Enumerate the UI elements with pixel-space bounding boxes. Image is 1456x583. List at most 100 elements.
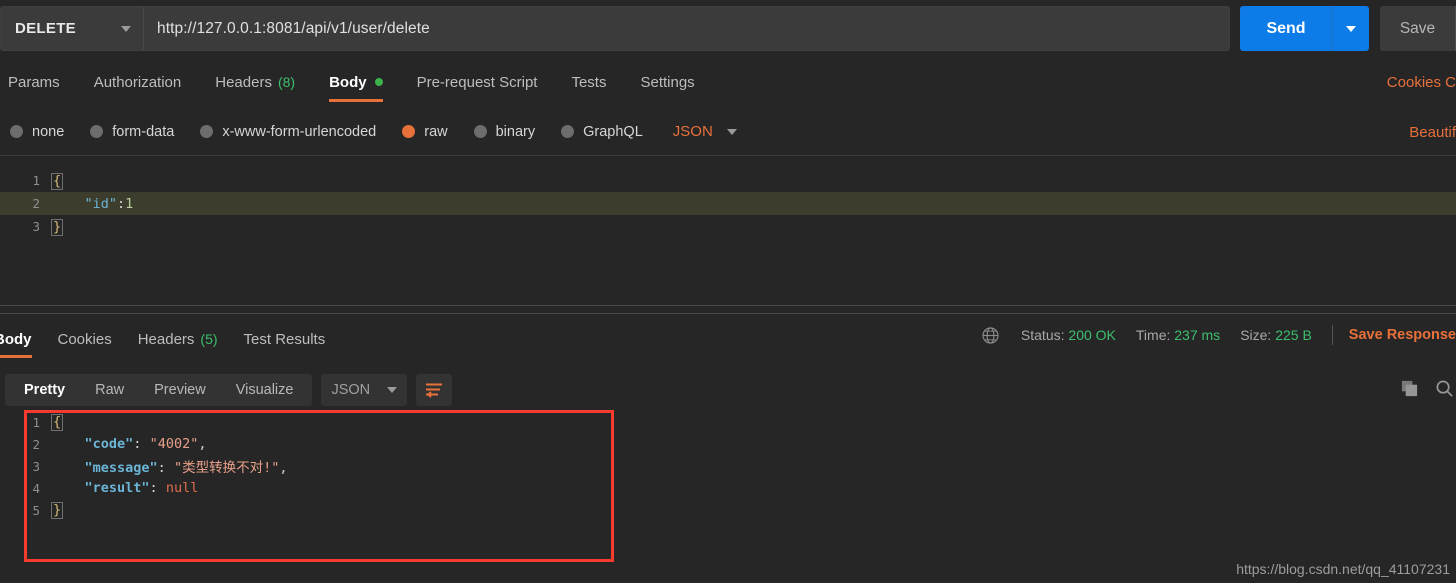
time-label: Time: xyxy=(1135,327,1171,343)
response-line: 3 "message": "类型转换不对!", xyxy=(0,455,1456,477)
url-input-group: DELETE http://127.0.0.1:8081/api/v1/user… xyxy=(0,6,1230,51)
code-content: { xyxy=(50,172,64,190)
tab-label: Params xyxy=(8,73,60,91)
code-line: 2 "id":1 xyxy=(0,192,1456,215)
response-format-select[interactable]: JSON xyxy=(321,374,408,406)
tab-authorization[interactable]: Authorization xyxy=(94,62,182,102)
panel-divider[interactable] xyxy=(0,313,1456,314)
http-method-select[interactable]: DELETE xyxy=(1,7,144,50)
url-input[interactable]: http://127.0.0.1:8081/api/v1/user/delete xyxy=(144,7,1229,50)
raw-format-select[interactable]: JSON xyxy=(673,123,737,140)
radio-label: GraphQL xyxy=(583,123,643,140)
time-value: 237 ms xyxy=(1174,327,1221,343)
radio-label: none xyxy=(32,123,65,140)
radio-icon xyxy=(90,125,104,138)
raw-format-label: JSON xyxy=(672,123,713,140)
line-number: 2 xyxy=(32,196,40,211)
send-button-group: Send xyxy=(1240,6,1369,51)
tab-params[interactable]: Params xyxy=(8,62,60,102)
panel-divider[interactable] xyxy=(0,305,1456,306)
request-body-editor[interactable]: 1 { 2 "id":1 3 } xyxy=(0,169,1456,300)
radio-icon xyxy=(473,125,487,138)
tab-tests[interactable]: Tests xyxy=(571,62,606,102)
watermark-text: https://blog.csdn.net/qq_41107231 xyxy=(1236,561,1450,577)
line-number: 5 xyxy=(32,502,40,518)
body-type-none[interactable]: none xyxy=(10,124,64,140)
status-meta: Status: 200 OK xyxy=(1021,327,1116,343)
tab-label: Headers xyxy=(137,330,195,348)
radio-label: form-data xyxy=(112,123,175,140)
radio-label: binary xyxy=(495,123,536,140)
response-tab-body[interactable]: Body xyxy=(0,320,32,358)
line-content: { xyxy=(50,414,64,431)
view-mode-preview[interactable]: Preview xyxy=(139,374,221,406)
radio-icon-selected xyxy=(402,125,416,138)
globe-icon xyxy=(982,326,999,344)
radio-label: x-www-form-urlencoded xyxy=(222,123,377,140)
request-tabs: Params Authorization Headers (8) Body Pr… xyxy=(0,62,1456,104)
save-button-group: Save xyxy=(1380,6,1456,51)
save-response-button[interactable]: Save Response xyxy=(1349,327,1456,343)
radio-icon xyxy=(561,125,575,138)
postman-window: DELETE http://127.0.0.1:8081/api/v1/user… xyxy=(0,0,1456,583)
view-mode-group: Pretty Raw Preview Visualize xyxy=(5,374,313,406)
beautify-link[interactable]: Beautif xyxy=(1409,124,1456,141)
body-type-raw[interactable]: raw xyxy=(402,123,448,140)
wrap-text-icon xyxy=(426,383,443,398)
view-mode-pretty[interactable]: Pretty xyxy=(9,374,80,406)
tab-body[interactable]: Body xyxy=(329,62,383,102)
line-content: } xyxy=(50,502,64,519)
code-line: 1 { xyxy=(0,169,1456,192)
response-meta-bar: Status: 200 OK Time: 237 ms Size: 225 B … xyxy=(981,325,1456,345)
send-options-button[interactable] xyxy=(1332,6,1369,51)
line-number: 3 xyxy=(32,458,40,474)
line-number: 1 xyxy=(32,173,40,188)
url-text: http://127.0.0.1:8081/api/v1/user/delete xyxy=(157,19,430,37)
copy-button[interactable] xyxy=(1400,379,1419,403)
response-tab-test-results[interactable]: Test Results xyxy=(244,320,326,358)
code-content: "id":1 xyxy=(84,195,134,212)
response-tab-headers[interactable]: Headers (5) xyxy=(138,320,218,358)
body-type-binary[interactable]: binary xyxy=(473,123,536,140)
tab-settings[interactable]: Settings xyxy=(640,62,694,102)
body-present-dot-icon xyxy=(374,78,383,86)
radio-icon xyxy=(10,125,23,138)
copy-icon xyxy=(1401,380,1418,397)
send-button[interactable]: Send xyxy=(1240,6,1332,51)
status-label: Status: xyxy=(1020,327,1065,343)
body-type-form-data[interactable]: form-data xyxy=(90,124,174,140)
radio-icon xyxy=(200,125,214,138)
line-number: 4 xyxy=(32,480,40,496)
tab-label: Cookies xyxy=(57,330,112,348)
save-button[interactable]: Save xyxy=(1380,6,1455,51)
response-tab-cookies[interactable]: Cookies xyxy=(58,320,112,358)
tab-count: (8) xyxy=(277,74,296,90)
response-view-toolbar: Pretty Raw Preview Visualize JSON xyxy=(0,369,1456,411)
response-body-viewer[interactable]: 1 { 2 "code": "4002", 3 "message": "类型转换… xyxy=(0,411,1456,583)
search-button[interactable] xyxy=(1435,379,1454,403)
line-number: 3 xyxy=(32,219,40,234)
radio-label: raw xyxy=(424,123,448,140)
url-bar: DELETE http://127.0.0.1:8081/api/v1/user… xyxy=(0,0,1456,57)
chevron-down-icon xyxy=(387,387,398,393)
view-mode-visualize[interactable]: Visualize xyxy=(221,374,309,406)
line-number: 1 xyxy=(32,414,40,430)
body-type-urlencoded[interactable]: x-www-form-urlencoded xyxy=(200,124,376,140)
search-icon xyxy=(1436,380,1453,397)
wrap-lines-button[interactable] xyxy=(416,374,453,406)
chevron-down-icon xyxy=(726,128,737,135)
body-type-radio-group: none form-data x-www-form-urlencoded raw… xyxy=(0,108,1456,156)
cookies-link[interactable]: Cookies C xyxy=(1387,74,1456,91)
tab-label: Pre-request Script xyxy=(416,73,538,91)
http-method-label: DELETE xyxy=(15,20,76,37)
response-line: 5 } xyxy=(0,499,1456,521)
tab-pre-request-script[interactable]: Pre-request Script xyxy=(417,62,538,102)
code-line: 3 } xyxy=(0,215,1456,238)
view-mode-raw[interactable]: Raw xyxy=(80,374,139,406)
line-content: "code": "4002", xyxy=(84,436,207,452)
tab-headers[interactable]: Headers (8) xyxy=(215,62,295,102)
tab-label: Headers xyxy=(215,73,272,91)
response-line: 2 "code": "4002", xyxy=(0,433,1456,455)
tab-label: Tests xyxy=(571,73,607,91)
body-type-graphql[interactable]: GraphQL xyxy=(561,124,643,140)
